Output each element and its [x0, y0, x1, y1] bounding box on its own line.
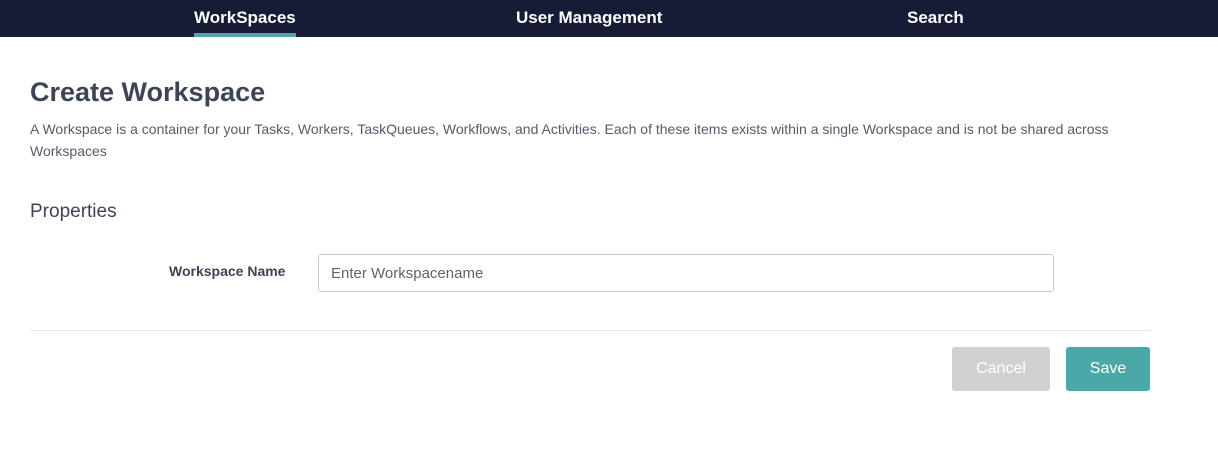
page-description: A Workspace is a container for your Task…	[30, 121, 1109, 159]
workspace-name-label: Workspace Name	[169, 263, 286, 279]
tab-workspaces[interactable]: WorkSpaces	[194, 0, 296, 37]
form-divider	[30, 330, 1151, 331]
cancel-button[interactable]: Cancel	[952, 347, 1050, 391]
tab-user-management[interactable]: User Management	[516, 0, 662, 37]
save-button[interactable]: Save	[1066, 347, 1150, 391]
page-title: Create Workspace	[30, 77, 266, 107]
workspace-name-input[interactable]	[318, 254, 1054, 292]
tab-search[interactable]: Search	[907, 0, 964, 37]
properties-heading: Properties	[30, 201, 117, 222]
top-navigation: WorkSpaces User Management Search	[0, 0, 1218, 37]
